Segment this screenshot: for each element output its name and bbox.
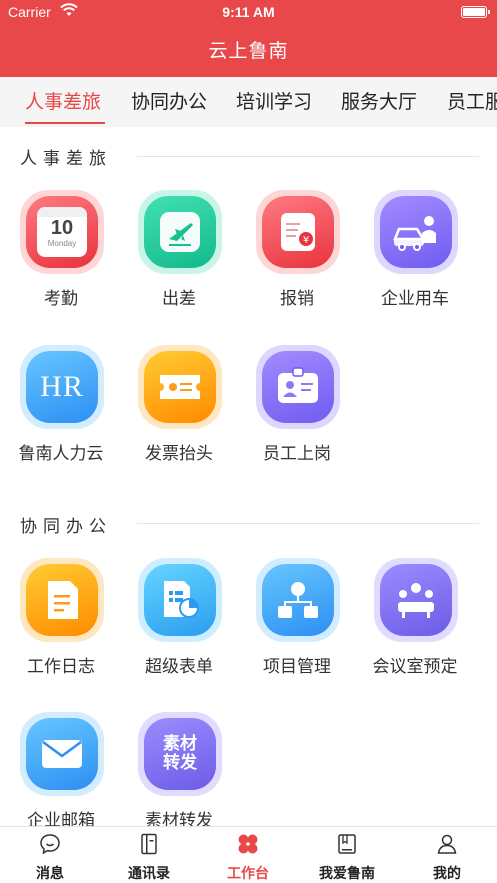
book-icon: [338, 834, 356, 854]
app-work-log[interactable]: 工作日志: [2, 558, 120, 688]
nav-workbench[interactable]: 工作台: [203, 827, 293, 883]
ticket-icon: [160, 375, 200, 399]
tab-service-hall[interactable]: 服务大厅: [341, 87, 417, 114]
person-icon: [437, 834, 457, 854]
contacts-book-icon: [141, 833, 157, 855]
tab-training[interactable]: 培训学习: [236, 87, 312, 114]
app-business-trip[interactable]: 出差: [120, 190, 238, 320]
receipt-money-icon: ¥: [281, 213, 315, 251]
section-divider: [137, 156, 479, 157]
app-reimbursement[interactable]: ¥ 报销: [238, 190, 356, 320]
airplane-icon: [160, 212, 200, 252]
org-chart-icon: [278, 582, 318, 618]
app-hr-cloud[interactable]: HR 鲁南人力云: [2, 345, 120, 475]
meeting-icon: [398, 583, 434, 618]
app-label: 项目管理: [263, 657, 331, 677]
document-icon: [48, 581, 78, 619]
car-person-icon: [393, 216, 436, 251]
app-label: 会议室预定: [372, 657, 458, 677]
nav-love-lunan[interactable]: 我爱鲁南: [302, 827, 392, 883]
app-header: Carrier 9:11 AM 云上鲁南: [0, 0, 497, 77]
battery-icon: [461, 6, 490, 18]
app-label: 考勤: [44, 289, 78, 309]
tab-collaboration[interactable]: 协同办公: [131, 87, 207, 114]
app-material-forward[interactable]: 素材 转发 素材转发: [120, 712, 238, 842]
tab-employee-service[interactable]: 员工服: [447, 87, 497, 114]
nav-mine[interactable]: 我的: [402, 827, 492, 883]
section-divider: [137, 523, 479, 524]
form-chart-icon: [164, 581, 199, 618]
page-title: 云上鲁南: [208, 40, 289, 62]
tab-hr-travel[interactable]: 人事差旅: [25, 87, 101, 114]
app-company-car[interactable]: 企业用车: [356, 190, 474, 320]
nav-messages[interactable]: 消息: [5, 827, 95, 883]
app-super-form[interactable]: 超级表单: [120, 558, 238, 688]
app-invoice-title[interactable]: 发票抬头: [120, 345, 238, 475]
app-label: 工作日志: [27, 657, 95, 677]
material-forward-icon: 素材 转发: [163, 734, 197, 773]
nav-contacts[interactable]: 通讯录: [104, 827, 194, 883]
hr-logo-icon: HR: [40, 370, 84, 403]
status-bar: Carrier 9:11 AM: [0, 0, 497, 26]
app-attendance[interactable]: 10 Monday 考勤: [2, 190, 120, 320]
app-meeting-room[interactable]: 会议室预定: [356, 558, 474, 688]
category-tabs: 人事差旅 协同办公 培训学习 服务大厅 员工服: [0, 77, 497, 127]
app-label: 鲁南人力云: [18, 444, 104, 464]
status-time: 9:11 AM: [222, 4, 275, 20]
bottom-nav: 消息 通讯录 工作台 我爱鲁南 我的: [0, 826, 497, 883]
chat-bubble-icon: [40, 834, 60, 855]
active-tab-indicator: [25, 122, 105, 124]
app-company-mail[interactable]: 企业邮箱: [2, 712, 120, 842]
section-title-hr-travel: 人事差旅: [20, 149, 112, 169]
app-label: 报销: [280, 289, 314, 309]
app-label: 出差: [162, 289, 196, 309]
section-title-collaboration: 协同办公: [20, 517, 112, 537]
app-employee-onboard[interactable]: 员工上岗: [238, 345, 356, 475]
mail-icon: [42, 740, 82, 768]
svg-text:¥: ¥: [303, 235, 309, 246]
id-badge-icon: [278, 367, 318, 403]
app-label: 超级表单: [145, 657, 213, 677]
workbench-icon: [238, 834, 258, 854]
app-label: 员工上岗: [263, 444, 331, 464]
app-screen: Carrier 9:11 AM 云上鲁南 人事差旅 协同办公 培训学习 服务大厅…: [0, 0, 497, 883]
app-project-management[interactable]: 项目管理: [238, 558, 356, 688]
calendar-icon: 10 Monday: [37, 207, 87, 257]
app-label: 企业用车: [381, 289, 449, 309]
app-label: 发票抬头: [145, 444, 213, 464]
